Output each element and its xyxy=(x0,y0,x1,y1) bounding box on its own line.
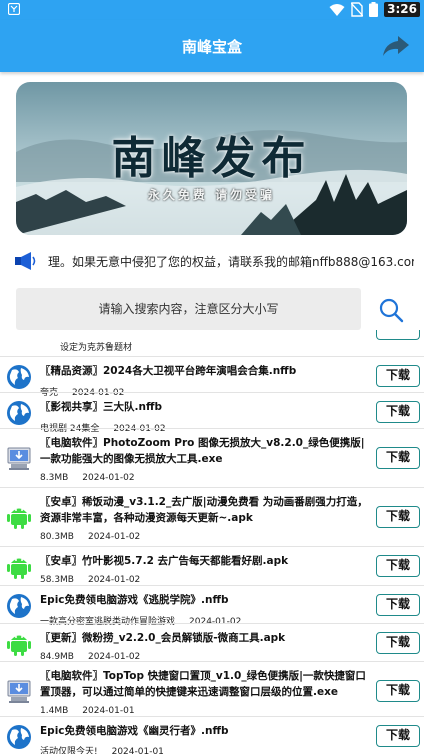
app-title: 南峰宝盒 xyxy=(181,38,242,56)
item-meta: 活动仅限今天! 2024-01-01 xyxy=(40,744,178,754)
download-button[interactable]: 下载 xyxy=(376,506,420,528)
item-date: 2024-01-01 xyxy=(82,706,135,716)
no-sim-icon xyxy=(351,2,364,17)
list-item[interactable]: Epic免费领电脑游戏《幽灵行者》.nffb活动仅限今天!2024-01-01非… xyxy=(0,716,424,754)
resource-list: 设定为克苏鲁题材 〖精品资源〗2024各大卫视平台跨年演唱会合集.nffb 夸克 2… xyxy=(0,330,424,754)
item-date: 2024-01-01 xyxy=(111,747,164,754)
item-size: 80.3MB xyxy=(40,532,74,542)
globe-icon xyxy=(7,365,31,389)
list-item-partial[interactable]: 设定为克苏鲁题材 xyxy=(0,330,424,356)
item-date: 2024-01-02 xyxy=(82,473,135,483)
item-title: 〖安卓〗稀饭动漫_v3.1.2_去广版|动漫免费看 为动画番剧强力打造，资源非常… xyxy=(40,496,368,524)
item-title: Epic免费领电脑游戏《逃脱学院》.nffb xyxy=(40,594,229,606)
item-size: 活动仅限今天! xyxy=(40,747,98,754)
list-item[interactable]: Epic免费领电脑游戏《逃脱学院》.nffb 一款高分密室逃脱类动作冒险游戏 202… xyxy=(0,585,424,627)
item-meta: 8.3MB 2024-01-02 xyxy=(40,473,149,483)
download-button[interactable]: 下载 xyxy=(376,365,420,387)
installer-icon xyxy=(7,447,31,470)
search-icon[interactable] xyxy=(378,297,404,323)
android-icon xyxy=(7,635,31,656)
list-item[interactable]: 〖更新〗微粉捞_v2.2.0_会员解锁版-微商工具.apk 84.9MB 2024-… xyxy=(0,623,424,662)
download-button[interactable]: 下载 xyxy=(376,555,420,577)
item-size: 1.4MB xyxy=(40,706,69,716)
download-button[interactable]: 下载 xyxy=(376,447,420,469)
download-button[interactable]: 下载 xyxy=(376,401,420,423)
item-title: 〖更新〗微粉捞_v2.2.0_会员解锁版-微商工具.apk xyxy=(40,632,286,644)
item-title: 〖安卓〗竹叶影视5.7.2 去广告每天都能看好剧.apk xyxy=(40,555,289,567)
app-bar: 南峰宝盒 xyxy=(0,20,424,72)
status-bar: 3:26 xyxy=(0,0,424,20)
wifi-icon xyxy=(329,3,345,16)
item-title: 〖精品资源〗2024各大卫视平台跨年演唱会合集.nffb xyxy=(40,365,297,377)
item-meta: 58.3MB 2024-01-02 xyxy=(40,575,154,585)
battery-icon xyxy=(369,2,379,17)
list-item[interactable]: 〖电脑软件〗TopTop 快捷窗口置顶_v1.0_绿色便携版|一款快捷窗口置顶器… xyxy=(0,661,424,716)
item-meta: 80.3MB 2024-01-02 xyxy=(40,532,154,542)
item-date: 2024-01-02 xyxy=(87,575,141,585)
download-button[interactable]: 下载 xyxy=(376,680,420,702)
download-button[interactable]: 下载 xyxy=(376,632,420,654)
search-input[interactable]: 请输入搜索内容，注意区分大小写 xyxy=(16,288,361,330)
item-size: 8.3MB xyxy=(40,473,69,483)
download-button[interactable] xyxy=(376,330,420,340)
app-notification-icon xyxy=(8,3,20,15)
item-meta: 1.4MB 2024-01-01 xyxy=(40,706,149,716)
installer-icon xyxy=(7,680,31,703)
megaphone-icon xyxy=(15,252,36,270)
item-title: 〖电脑软件〗PhotoZoom Pro 图像无损放大_v8.2.0_绿色便携版|… xyxy=(40,437,365,465)
item-size: 58.3MB xyxy=(40,575,74,585)
list-item[interactable]: 〖安卓〗竹叶影视5.7.2 去广告每天都能看好剧.apk 58.3MB 2024-0… xyxy=(0,546,424,585)
android-icon xyxy=(7,508,31,529)
list-item[interactable]: 〖精品资源〗2024各大卫视平台跨年演唱会合集.nffb 夸克 2024-01-02… xyxy=(0,356,424,398)
android-icon xyxy=(7,558,31,579)
download-button[interactable]: 下载 xyxy=(376,594,420,616)
item-title: Epic免费领电脑游戏《幽灵行者》.nffb xyxy=(40,725,229,737)
banner-subtitle: 永久免费 请勿受骗 xyxy=(147,188,276,202)
notice-bar: 理。如果无意中侵犯了您的权益，请联系我的邮箱nffb888@163.com进行删 xyxy=(0,248,424,274)
notice-text: 理。如果无意中侵犯了您的权益，请联系我的邮箱nffb888@163.com进行删 xyxy=(48,255,414,269)
banner[interactable]: 南峰发布 永久免费 请勿受骗 xyxy=(16,82,407,235)
list-item[interactable]: 〖电脑软件〗PhotoZoom Pro 图像无损放大_v8.2.0_绿色便携版|… xyxy=(0,428,424,487)
list-item[interactable]: 〖影视共享〗三大队.nffb 电视剧 24集全 2024-01-02 下载 xyxy=(0,392,424,434)
item-meta: 设定为克苏鲁题材 xyxy=(60,343,133,353)
download-button[interactable]: 下载 xyxy=(376,725,420,747)
globe-icon xyxy=(7,725,31,749)
globe-icon xyxy=(7,594,31,618)
list-item[interactable]: 〖安卓〗稀饭动漫_v3.1.2_去广版|动漫免费看 为动画番剧强力打造，资源非常… xyxy=(0,487,424,546)
clock: 3:26 xyxy=(384,2,420,17)
item-title: 〖影视共享〗三大队.nffb xyxy=(40,401,162,413)
globe-icon xyxy=(7,401,31,425)
share-icon[interactable] xyxy=(382,34,410,58)
item-date: 2024-01-02 xyxy=(87,532,141,542)
item-title: 〖电脑软件〗TopTop 快捷窗口置顶_v1.0_绿色便携版|一款快捷窗口置顶器… xyxy=(40,670,366,698)
banner-title: 南峰发布 xyxy=(111,133,312,184)
